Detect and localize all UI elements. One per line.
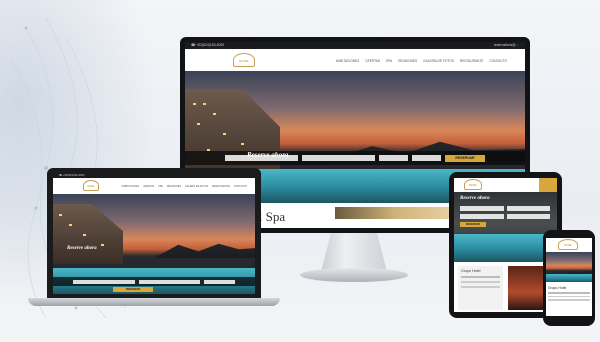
laptop-hero: Reserve ahora RESERVAR	[53, 194, 255, 294]
device-showcase: ☎ +52(624)163-4000 reservations@… HOTEL …	[0, 0, 600, 342]
laptop-menu-rooms[interactable]: HABITACIONES	[122, 185, 140, 188]
monitor-stand	[321, 233, 387, 271]
phone-section-title: Grupo Hotel	[548, 286, 567, 290]
laptop-menu: HABITACIONES OFERTAS SPA REUNIONES GALER…	[122, 185, 247, 188]
departure-field[interactable]	[301, 155, 375, 161]
menu-item-spa[interactable]: SPA	[386, 59, 392, 63]
tablet-hero-heading: Reserve ahora	[460, 196, 490, 201]
laptop-menu-gallery[interactable]: GALERÍA DE FOTOS	[185, 185, 208, 188]
phone-hero	[546, 252, 592, 282]
phone-logo[interactable]: HOTEL	[558, 239, 578, 250]
tablet-section-title: Grupo Hotel	[461, 269, 481, 273]
spa-photo	[335, 207, 455, 219]
laptop-departure-field[interactable]	[138, 279, 201, 284]
booking-bar: RESERVAR	[185, 151, 525, 165]
laptop-menu-offers[interactable]: OFERTAS	[143, 185, 154, 188]
book-button[interactable]: RESERVAR	[445, 154, 485, 162]
tablet-children-field[interactable]	[506, 214, 550, 219]
phone-navbar: HOTEL	[546, 238, 592, 252]
menu-item-rooms[interactable]: HABITACIONES	[336, 59, 360, 63]
tablet-departure-field[interactable]	[506, 206, 550, 211]
laptop-menu-spa[interactable]: SPA	[158, 185, 163, 188]
children-field[interactable]	[411, 155, 441, 161]
hotel-logo[interactable]: HOTEL	[233, 53, 255, 67]
laptop-menu-meetings[interactable]: REUNIONES	[167, 185, 181, 188]
tablet-arrival-field[interactable]	[460, 206, 504, 211]
laptop: ☎ +52(624)163-4000 HOTEL HABITACIONES OF…	[47, 168, 261, 298]
tablet-adults-field[interactable]	[460, 214, 504, 219]
adults-field[interactable]	[378, 155, 408, 161]
laptop-booking	[53, 277, 255, 286]
phone-number: ☎ +52(624)163-4000	[191, 43, 225, 47]
tablet-booking-form: RESERVAR	[460, 206, 550, 227]
tablet-book-button[interactable]: RESERVAR	[460, 222, 486, 227]
laptop-arrival-field[interactable]	[73, 279, 135, 284]
tablet-menu-button[interactable]	[539, 178, 557, 192]
laptop-logo[interactable]: HOTEL	[83, 180, 99, 191]
laptop-menu-contact[interactable]: CONTACTO	[234, 185, 247, 188]
laptop-base	[28, 298, 280, 306]
laptop-hero-heading: Reserve ahora	[67, 246, 97, 251]
phone-section: Grupo Hotel	[546, 284, 592, 316]
menu-item-meetings[interactable]: REUNIONES	[398, 59, 417, 63]
menu-item-restaurants[interactable]: RESTAURANTE	[460, 59, 484, 63]
smartphone: HOTEL Grupo Hotel	[543, 230, 595, 326]
laptop-navbar: HOTEL HABITACIONES OFERTAS SPA REUNIONES…	[53, 178, 255, 194]
menu-item-gallery[interactable]: GALERÍA DE FOTOS	[423, 59, 454, 63]
laptop-phone: ☎ +52(624)163-4000	[59, 174, 85, 177]
tablet-section: Grupo Hotel	[458, 266, 503, 310]
tablet-navbar: HOTEL	[454, 178, 557, 192]
hero-heading: Reserve ahora	[247, 151, 289, 159]
tablet-hero: Reserve ahora RESERVAR	[454, 192, 557, 262]
site-navbar: HOTEL HABITACIONES OFERTAS SPA REUNIONES…	[185, 49, 525, 71]
monitor-base	[300, 268, 408, 282]
menu-item-contact[interactable]: CONTACTO	[489, 59, 507, 63]
site-topbar: ☎ +52(624)163-4000 reservations@…	[185, 42, 525, 49]
phone-screen: HOTEL Grupo Hotel	[546, 238, 592, 316]
menu-item-offers[interactable]: OFERTAS	[365, 59, 380, 63]
laptop-guests-field[interactable]	[204, 279, 235, 284]
email-address: reservations@…	[493, 43, 519, 47]
laptop-menu-restaurant[interactable]: RESTAURANTE	[212, 185, 230, 188]
main-menu: HABITACIONES OFERTAS SPA REUNIONES GALER…	[336, 59, 507, 63]
tablet-screen: HOTEL Reserve ahora RESERVAR Grupo Hotel	[454, 178, 557, 312]
tablet-logo[interactable]: HOTEL	[464, 179, 482, 190]
laptop-book-button[interactable]: RESERVAR	[113, 287, 153, 292]
laptop-screen: ☎ +52(624)163-4000 HOTEL HABITACIONES OF…	[53, 173, 255, 294]
